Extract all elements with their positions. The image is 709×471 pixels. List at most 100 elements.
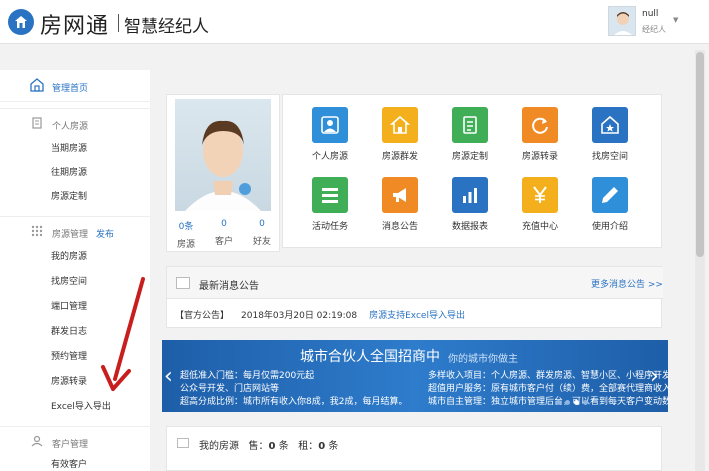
red-arrow-annotation: [101, 277, 145, 391]
my-listings-panel: 我的房源 售：0 条 租：0 条: [166, 426, 662, 471]
page-scrollbar-thumb[interactable]: [696, 52, 704, 257]
feature-tile[interactable]: 房源群发: [365, 107, 435, 167]
feature-tile-label: 数据报表: [451, 222, 488, 232]
stat-friends[interactable]: 0 好友: [243, 219, 281, 247]
sidebar-section-title: 客户管理: [52, 440, 89, 450]
feature-tile-icon-box: [312, 177, 348, 213]
feature-tile[interactable]: 活动任务: [295, 177, 365, 237]
profile-card: 0条 房源 0 客户 0 好友: [166, 94, 280, 252]
feature-tile-icon-box: [592, 107, 628, 143]
brand-slogan: 智慧经纪人: [124, 17, 209, 37]
feature-tile-label: 充值中心: [521, 222, 558, 232]
user-name[interactable]: null: [642, 9, 658, 19]
sidebar-item-excel-import-export[interactable]: Excel导入导出: [51, 399, 111, 412]
banner-dot[interactable]: [583, 400, 588, 405]
house-icon: [390, 115, 410, 134]
bar-chart-icon: [463, 188, 477, 203]
publish-link[interactable]: 发布: [96, 227, 114, 240]
logo-icon[interactable]: [8, 9, 34, 35]
stat-customers[interactable]: 0 客户: [205, 219, 243, 247]
feature-tile[interactable]: 房源转录: [505, 107, 575, 167]
feature-tile[interactable]: 使用介绍: [575, 177, 645, 237]
feature-tile-icon-box: [382, 177, 418, 213]
document-icon: [32, 117, 42, 129]
sidebar-section-customer: 客户管理 有效客户: [0, 426, 150, 471]
feature-tile-label: 房源群发: [381, 152, 418, 162]
stat-value: 0: [259, 219, 265, 229]
my-listings-header: 我的房源 售：0 条 租：0 条: [199, 437, 338, 452]
more-notices-link[interactable]: 更多消息公告 >>: [591, 277, 663, 290]
feature-tile-label: 个人房源: [311, 152, 348, 162]
notice-panel: 最新消息公告 更多消息公告 >> 【官方公告】 2018年03月20日 02:19…: [166, 266, 663, 328]
sidebar-section-header[interactable]: 房源管理 发布: [0, 221, 150, 243]
banner-right-line: 多样收入项目：个人房源、群发房源、智慧小区、小程序开发: [428, 371, 668, 381]
feature-tile-label: 消息公告: [381, 222, 418, 232]
sidebar-section-personal: 个人房源 当期房源 往期房源 房源定制: [0, 108, 150, 212]
house-logo-icon: [15, 16, 27, 28]
feature-tile-label: 房源转录: [521, 152, 558, 162]
sidebar-item-listing-custom[interactable]: 房源定制: [51, 189, 87, 202]
list-icon: [322, 188, 338, 203]
notice-icon: [176, 277, 190, 289]
sidebar-item-my-listings[interactable]: 我的房源: [51, 249, 87, 262]
stat-value: 0条: [178, 222, 194, 232]
sidebar-item-port-manage[interactable]: 端口管理: [51, 299, 87, 312]
feature-tile-icon-box: [382, 107, 418, 143]
megaphone-icon: [393, 188, 406, 202]
sidebar-item-booking-manage[interactable]: 预约管理: [51, 349, 87, 362]
notice-link[interactable]: 房源支持Excel导入导出: [369, 311, 465, 321]
feature-tile[interactable]: 找房空间: [575, 107, 645, 167]
user-menu-caret-icon[interactable]: ▼: [673, 16, 678, 24]
banner-pagination[interactable]: [556, 398, 616, 406]
grid-icon: [31, 225, 43, 237]
notice-title: 最新消息公告: [199, 281, 259, 292]
stat-listings[interactable]: 0条 房源: [167, 219, 205, 250]
person-card-icon: [321, 116, 339, 134]
sidebar-item-past-listings[interactable]: 往期房源: [51, 165, 87, 178]
person-avatar-icon: [185, 120, 261, 211]
feature-tile[interactable]: 数据报表: [435, 177, 505, 237]
header-divider: [118, 14, 119, 32]
sidebar-item-find-space[interactable]: 找房空间: [51, 274, 87, 287]
feature-tile-label: 活动任务: [311, 222, 348, 232]
sale-unit: 条: [278, 441, 289, 452]
notice-header: 最新消息公告 更多消息公告 >>: [167, 267, 663, 299]
promo-banner[interactable]: ‹ › 城市合伙人全国招商中 你的城市你做主 超低准入门槛：每月仅需200元起 …: [162, 340, 668, 412]
sidebar-item-current-listings[interactable]: 当期房源: [51, 141, 87, 154]
profile-stats: 0条 房源 0 客户 0 好友: [167, 219, 281, 251]
banner-dot[interactable]: [565, 400, 570, 405]
rent-label: 租：: [298, 441, 319, 452]
banner-dot-active[interactable]: [574, 400, 579, 405]
sidebar-item-valid-customers[interactable]: 有效客户: [51, 457, 87, 470]
banner-dot[interactable]: [556, 400, 561, 405]
sidebar-section-header[interactable]: 个人房源: [0, 113, 150, 135]
sale-count: 0: [268, 441, 276, 452]
brand-name: 房网通: [40, 14, 110, 39]
banner-right-line: 城市自主管理：独立城市管理后台，可以看到每天客户变动数据。: [428, 397, 668, 407]
feature-tile-icon-box: [312, 107, 348, 143]
feature-tile[interactable]: 个人房源: [295, 107, 365, 167]
sale-label: 售：: [248, 441, 269, 452]
list-icon: [177, 438, 189, 448]
feature-tile[interactable]: 房源定制: [435, 107, 505, 167]
notice-date: 2018年03月20日 02:19:08: [241, 311, 358, 321]
customer-icon: [31, 435, 43, 447]
banner-left-line: 超低准入门槛：每月仅需200元起: [180, 371, 315, 381]
sidebar-item-listing-transfer[interactable]: 房源转录: [51, 374, 87, 387]
user-avatar[interactable]: [608, 6, 636, 36]
feature-tile[interactable]: 消息公告: [365, 177, 435, 237]
rent-unit: 条: [328, 441, 339, 452]
user-role: 经纪人: [642, 25, 666, 34]
sidebar-item-home[interactable]: 管理首页: [0, 70, 150, 102]
rent-count: 0: [318, 441, 326, 452]
sidebar-section-header[interactable]: 客户管理: [0, 431, 150, 453]
stat-caption: 好友: [252, 237, 271, 247]
sidebar-item-broadcast-log[interactable]: 群发日志: [51, 324, 87, 337]
stat-caption: 房源: [176, 240, 195, 250]
star-house-icon: [601, 115, 619, 134]
profile-photo[interactable]: [175, 99, 271, 211]
sidebar-section-title: 个人房源: [52, 122, 89, 132]
feature-tile[interactable]: 充值中心: [505, 177, 575, 237]
banner-prev-icon[interactable]: ‹: [164, 364, 173, 389]
notice-item: 【官方公告】 2018年03月20日 02:19:08 房源支持Excel导入导出: [175, 308, 465, 321]
